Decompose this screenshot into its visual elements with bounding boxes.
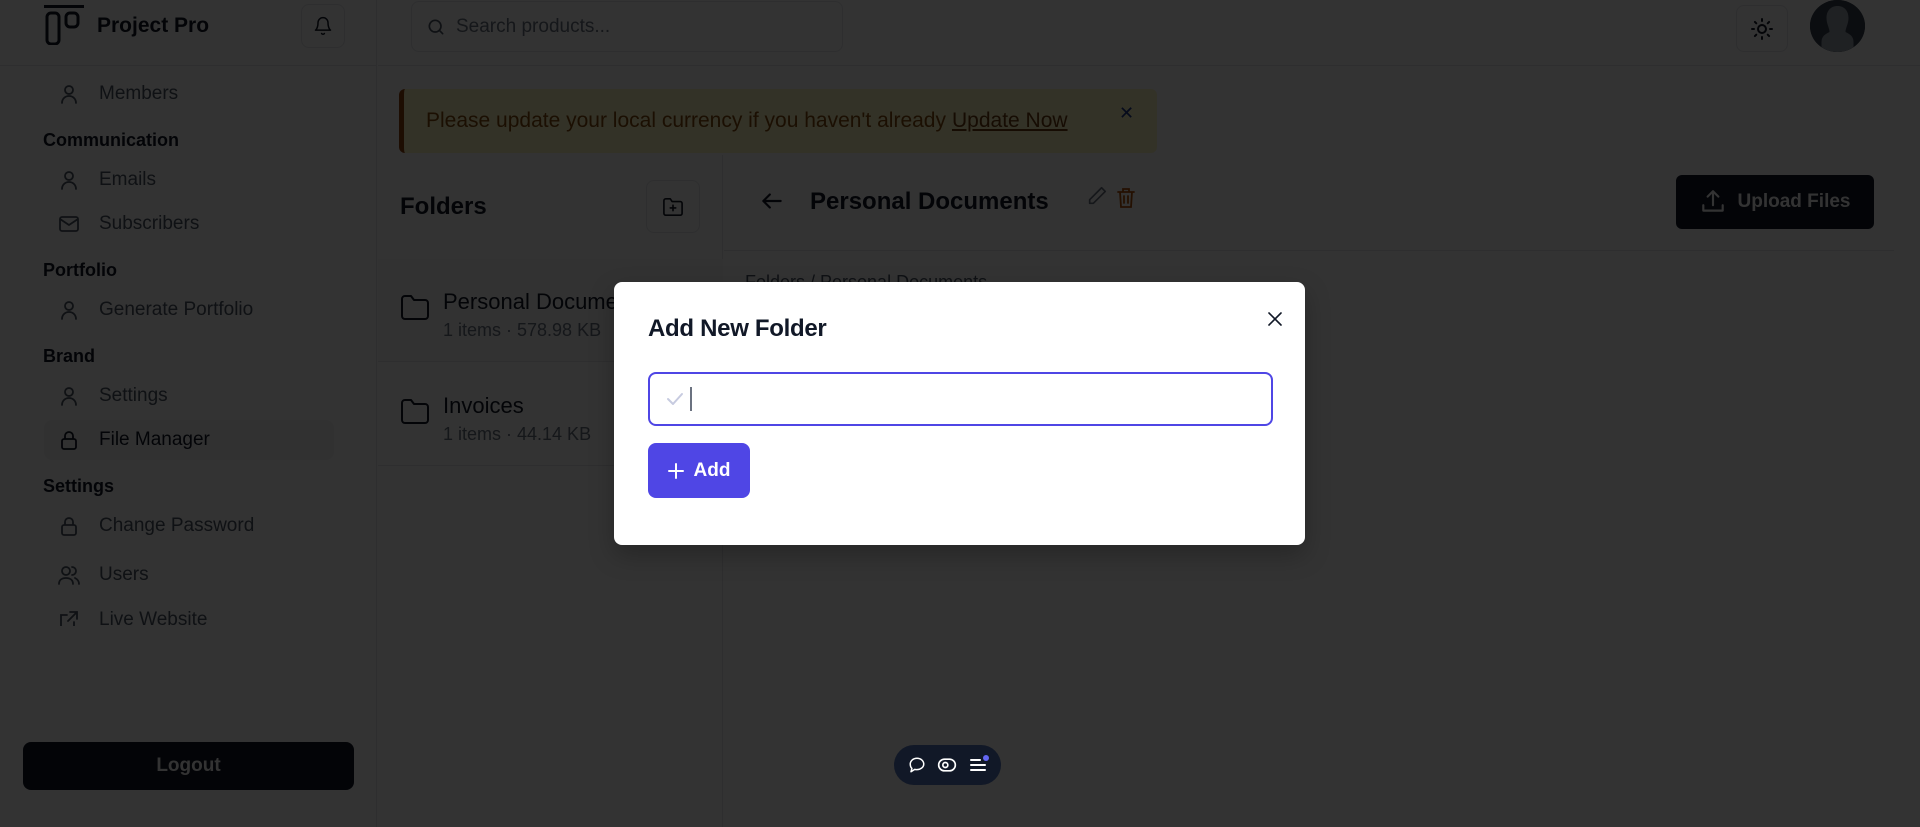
floating-toolbar xyxy=(894,745,1001,785)
notification-dot xyxy=(983,755,990,761)
menu-button[interactable] xyxy=(969,755,990,773)
check-icon xyxy=(666,392,684,406)
folder-name-field[interactable] xyxy=(648,372,1273,426)
folder-name-input[interactable] xyxy=(698,388,1258,410)
preview-toggle-button[interactable] xyxy=(937,757,957,773)
comment-button[interactable] xyxy=(908,756,926,774)
chat-bubble-icon xyxy=(909,757,925,773)
add-folder-modal: Add New Folder Add xyxy=(614,282,1305,545)
eye-toggle-icon xyxy=(938,758,957,772)
text-caret xyxy=(690,387,692,411)
add-button-label: Add xyxy=(693,459,731,481)
modal-title: Add New Folder xyxy=(648,315,827,342)
modal-close-button[interactable] xyxy=(1263,307,1287,331)
close-icon xyxy=(1268,312,1282,326)
add-folder-button[interactable]: Add xyxy=(648,443,750,498)
plus-icon xyxy=(667,462,684,479)
